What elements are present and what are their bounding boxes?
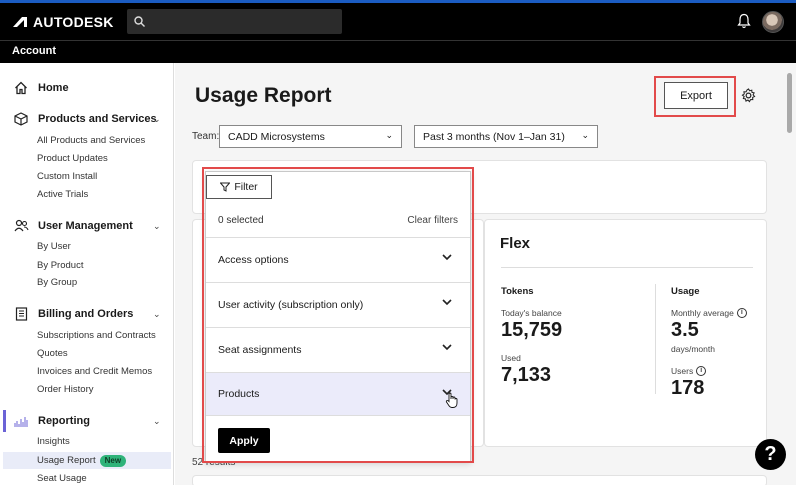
main-content: Usage Report Export Team: CADD Microsyst…	[175, 63, 796, 485]
flex-card: Flex Tokens Today's balance 15,759 Used …	[484, 219, 767, 447]
monthly-average-text: Monthly average	[671, 308, 734, 318]
sidebar-item-usage-report[interactable]: Usage Report New	[37, 453, 127, 468]
info-icon[interactable]: i	[736, 308, 747, 318]
apply-button[interactable]: Apply	[218, 428, 270, 453]
filter-button[interactable]: Filter	[206, 175, 272, 199]
sidebar-item-subscriptions[interactable]: Subscriptions and Contracts	[37, 328, 156, 343]
chevron-down-icon	[442, 342, 452, 354]
sidebar-item-home[interactable]: Home	[0, 79, 174, 97]
filter-section-label: Seat assignments	[218, 343, 302, 356]
balance-label: Today's balance	[501, 308, 562, 318]
used-value: 7,133	[501, 364, 552, 386]
notifications-bell-icon[interactable]	[737, 13, 751, 34]
sidebar-item-seat-usage[interactable]: Seat Usage	[37, 471, 87, 485]
help-button[interactable]: ?	[755, 439, 786, 470]
chevron-down-icon	[442, 297, 452, 309]
export-button[interactable]: Export	[664, 82, 728, 109]
brand-name: AUTODESK	[33, 13, 114, 30]
sidebar-label-reporting: Reporting	[38, 415, 90, 427]
chevron-down-icon: ⌄	[153, 415, 161, 426]
filter-section-products[interactable]: Products	[206, 372, 470, 416]
users-icon	[13, 218, 29, 234]
page-title: Usage Report	[195, 84, 332, 107]
sidebar-item-custom-install[interactable]: Custom Install	[37, 169, 97, 184]
hand-cursor-icon	[445, 392, 459, 414]
sidebar: Home Products and Services ⌄ All Product…	[0, 63, 174, 485]
search-icon	[134, 16, 145, 27]
sidebar-label-billing: Billing and Orders	[38, 308, 134, 320]
sidebar-item-by-user[interactable]: By User	[37, 239, 71, 254]
sidebar-item-invoices[interactable]: Invoices and Credit Memos	[37, 364, 152, 379]
sidebar-item-by-product[interactable]: By Product	[37, 258, 83, 273]
balance-value: 15,759	[501, 319, 563, 341]
info-icon[interactable]: i	[696, 366, 707, 376]
selected-count: 0 selected	[218, 215, 264, 226]
flex-title: Flex	[500, 235, 531, 252]
chart-icon	[13, 413, 29, 429]
users-label-text: Users	[671, 366, 694, 376]
sidebar-label-home: Home	[38, 82, 69, 94]
monthly-average-label: Monthly average i	[671, 308, 747, 318]
chevron-down-icon: ⌄	[153, 308, 161, 319]
sidebar-section-billing[interactable]: Billing and Orders ⌄	[0, 305, 174, 323]
filter-icon	[220, 182, 231, 192]
gear-icon[interactable]	[741, 88, 756, 108]
scrollbar[interactable]	[785, 69, 794, 483]
sidebar-item-product-updates[interactable]: Product Updates	[37, 151, 108, 166]
users-value: 178	[671, 377, 705, 399]
divider	[655, 284, 656, 394]
period-select[interactable]: Past 3 months (Nov 1–Jan 31) ⌄	[414, 125, 598, 148]
invoice-icon	[13, 306, 29, 322]
home-icon	[13, 80, 29, 96]
top-bar: AUTODESK	[0, 0, 796, 40]
sidebar-item-order-history[interactable]: Order History	[37, 382, 93, 397]
filter-section-label: Access options	[218, 253, 289, 266]
sidebar-item-quotes[interactable]: Quotes	[37, 346, 68, 361]
monthly-unit: days/month	[671, 344, 715, 354]
filter-section-seat-assignments[interactable]: Seat assignments	[206, 327, 470, 371]
usage-heading: Usage	[671, 286, 700, 297]
used-label: Used	[501, 353, 521, 363]
divider	[501, 267, 753, 268]
sidebar-section-user-management[interactable]: User Management ⌄	[0, 217, 174, 235]
filter-section-access-options[interactable]: Access options	[206, 237, 470, 281]
filter-button-label: Filter	[234, 181, 258, 193]
team-select[interactable]: CADD Microsystems ⌄	[219, 125, 402, 148]
autodesk-logo-icon	[13, 16, 27, 27]
sidebar-label-usage-report: Usage Report	[37, 455, 96, 466]
tokens-heading: Tokens	[501, 286, 534, 297]
chevron-down-icon: ⌄	[385, 130, 393, 140]
sidebar-label-user-management: User Management	[38, 220, 133, 232]
sidebar-label-products: Products and Services	[38, 113, 157, 125]
period-select-value: Past 3 months (Nov 1–Jan 31)	[423, 130, 565, 143]
team-label: Team:	[192, 131, 220, 142]
user-avatar[interactable]	[762, 11, 784, 33]
sidebar-section-products[interactable]: Products and Services ⌄	[0, 110, 174, 128]
sidebar-section-reporting[interactable]: Reporting ⌄	[0, 412, 174, 430]
account-subbar: Account	[0, 40, 796, 63]
chevron-down-icon: ⌄	[153, 113, 161, 124]
filter-section-label: Products	[218, 388, 260, 400]
results-card	[192, 475, 767, 485]
filter-section-user-activity[interactable]: User activity (subscription only)	[206, 282, 470, 326]
filter-dropdown-panel: 0 selected Clear filters Access options …	[205, 171, 471, 462]
sidebar-item-insights[interactable]: Insights	[37, 434, 70, 449]
sidebar-item-by-group[interactable]: By Group	[37, 275, 77, 290]
clear-filters-link[interactable]: Clear filters	[407, 215, 458, 226]
chevron-down-icon	[442, 252, 452, 264]
users-label: Users i	[671, 366, 707, 376]
search-input[interactable]	[127, 9, 342, 34]
monthly-average-value: 3.5	[671, 319, 699, 341]
filter-section-label: User activity (subscription only)	[218, 298, 364, 311]
autodesk-logo[interactable]: AUTODESK	[13, 14, 128, 30]
filter-selection-row: 0 selected Clear filters	[218, 215, 458, 226]
scrollbar-thumb[interactable]	[787, 73, 792, 133]
new-badge: New	[99, 455, 127, 467]
chevron-down-icon: ⌄	[581, 130, 589, 140]
chevron-down-icon: ⌄	[153, 220, 161, 231]
sidebar-item-all-products[interactable]: All Products and Services	[37, 133, 145, 148]
cube-icon	[13, 111, 29, 127]
sidebar-item-active-trials[interactable]: Active Trials	[37, 187, 88, 202]
team-select-value: CADD Microsystems	[228, 130, 325, 143]
